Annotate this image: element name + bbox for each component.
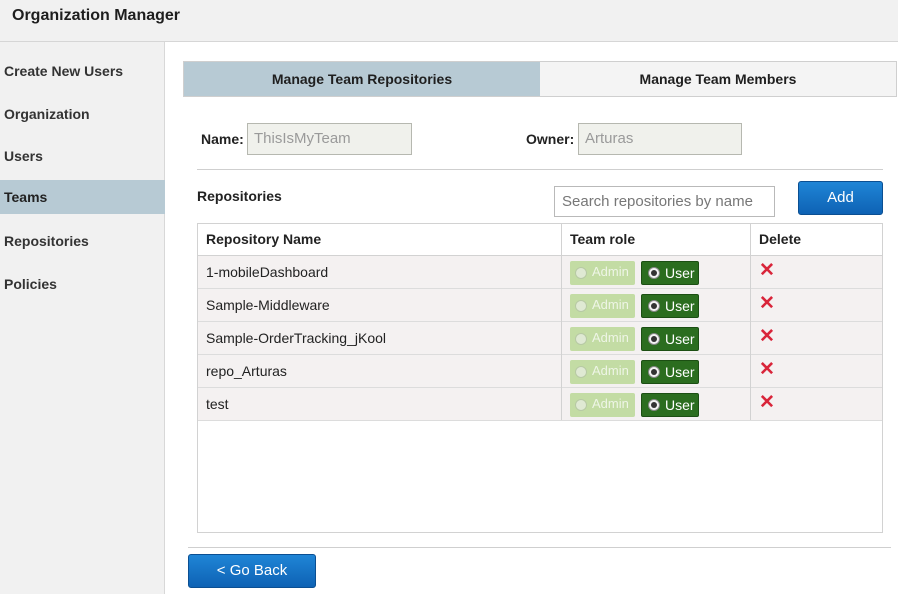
team-owner-field[interactable]: Arturas bbox=[578, 123, 742, 155]
column-divider bbox=[750, 224, 751, 420]
repositories-table: Repository Name Team role Delete 1-mobil… bbox=[197, 223, 883, 533]
delete-icon[interactable]: ✕ bbox=[758, 392, 776, 414]
tab-manage-team-repositories[interactable]: Manage Team Repositories bbox=[184, 62, 540, 96]
admin-role-button[interactable]: Admin bbox=[570, 327, 635, 351]
tab-bar: Manage Team Repositories Manage Team Mem… bbox=[183, 61, 897, 97]
go-back-button[interactable]: < Go Back bbox=[188, 554, 316, 588]
radio-icon bbox=[575, 366, 587, 378]
sidebar-item-teams[interactable]: Teams bbox=[0, 180, 165, 214]
user-role-button[interactable]: User bbox=[641, 393, 699, 417]
team-role-toggle: Admin User bbox=[570, 327, 700, 351]
divider bbox=[188, 547, 891, 548]
repository-name: 1-mobileDashboard bbox=[206, 264, 329, 280]
team-role-toggle: Admin User bbox=[570, 393, 700, 417]
sidebar-item-policies[interactable]: Policies bbox=[0, 267, 165, 301]
table-row: repo_Arturas Admin User ✕ bbox=[198, 355, 882, 388]
name-label: Name: bbox=[201, 131, 244, 147]
radio-selected-icon bbox=[648, 366, 660, 378]
organization-manager-app: Organization Manager Create New Users Or… bbox=[0, 0, 898, 594]
repositories-heading: Repositories bbox=[197, 188, 282, 204]
radio-icon bbox=[575, 267, 587, 279]
sidebar-item-users[interactable]: Users bbox=[0, 139, 165, 173]
delete-icon[interactable]: ✕ bbox=[758, 293, 776, 315]
table-header: Repository Name Team role Delete bbox=[198, 224, 882, 256]
admin-role-button[interactable]: Admin bbox=[570, 360, 635, 384]
sidebar-item-organization[interactable]: Organization bbox=[0, 97, 165, 131]
admin-role-button[interactable]: Admin bbox=[570, 294, 635, 318]
radio-icon bbox=[575, 399, 587, 411]
radio-selected-icon bbox=[648, 333, 660, 345]
table-row: Sample-Middleware Admin User ✕ bbox=[198, 289, 882, 322]
radio-selected-icon bbox=[648, 267, 660, 279]
sidebar: Create New Users Organization Users Team… bbox=[0, 42, 165, 594]
user-role-button[interactable]: User bbox=[641, 294, 699, 318]
team-role-toggle: Admin User bbox=[570, 294, 700, 318]
tab-manage-team-members[interactable]: Manage Team Members bbox=[540, 62, 896, 96]
column-divider bbox=[561, 224, 562, 420]
column-header-team-role: Team role bbox=[570, 231, 636, 247]
admin-role-button[interactable]: Admin bbox=[570, 261, 635, 285]
radio-selected-icon bbox=[648, 399, 660, 411]
divider bbox=[197, 169, 883, 170]
team-role-toggle: Admin User bbox=[570, 360, 700, 384]
table-row: test Admin User ✕ bbox=[198, 388, 882, 421]
repository-name: test bbox=[206, 396, 229, 412]
radio-icon bbox=[575, 333, 587, 345]
repository-name: repo_Arturas bbox=[206, 363, 287, 379]
delete-icon[interactable]: ✕ bbox=[758, 326, 776, 348]
delete-icon[interactable]: ✕ bbox=[758, 260, 776, 282]
user-role-button[interactable]: User bbox=[641, 327, 699, 351]
delete-icon[interactable]: ✕ bbox=[758, 359, 776, 381]
repository-name: Sample-OrderTracking_jKool bbox=[206, 330, 386, 346]
column-header-repository-name: Repository Name bbox=[206, 231, 322, 247]
team-role-toggle: Admin User bbox=[570, 261, 700, 285]
radio-selected-icon bbox=[648, 300, 660, 312]
team-name-field[interactable]: ThisIsMyTeam bbox=[247, 123, 412, 155]
table-row: Sample-OrderTracking_jKool Admin User ✕ bbox=[198, 322, 882, 355]
user-role-button[interactable]: User bbox=[641, 360, 699, 384]
app-title: Organization Manager bbox=[12, 7, 181, 24]
title-bar: Organization Manager bbox=[0, 0, 898, 42]
repository-name: Sample-Middleware bbox=[206, 297, 330, 313]
admin-role-button[interactable]: Admin bbox=[570, 393, 635, 417]
sidebar-item-create-new-users[interactable]: Create New Users bbox=[0, 54, 165, 88]
column-header-delete: Delete bbox=[759, 231, 802, 247]
user-role-button[interactable]: User bbox=[641, 261, 699, 285]
add-repository-button[interactable]: Add bbox=[798, 181, 883, 215]
radio-icon bbox=[575, 300, 587, 312]
table-row: 1-mobileDashboard Admin User ✕ bbox=[198, 256, 882, 289]
owner-label: Owner: bbox=[526, 131, 575, 147]
sidebar-item-repositories[interactable]: Repositories bbox=[0, 224, 165, 258]
search-repositories-input[interactable] bbox=[554, 186, 775, 217]
